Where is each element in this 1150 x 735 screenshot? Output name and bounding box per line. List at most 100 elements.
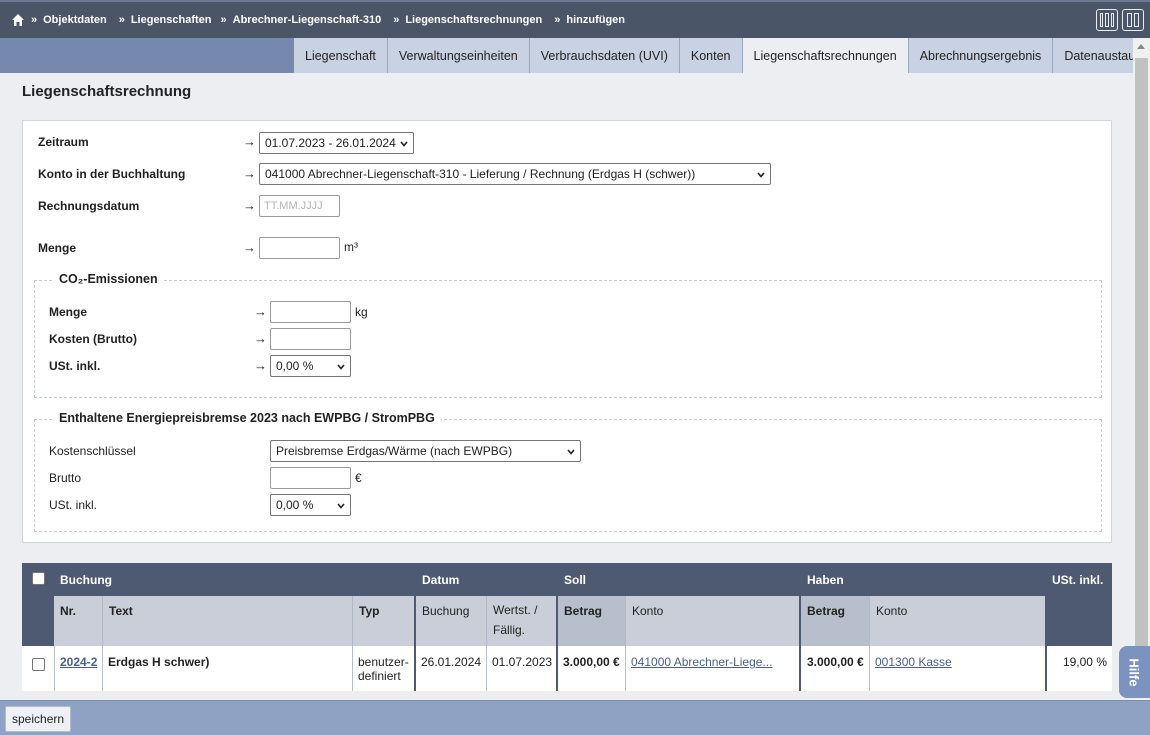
help-tab[interactable]: Hilfe <box>1119 646 1150 698</box>
preisbremse-legend: Enthaltene Energiepreisbremse 2023 nach … <box>53 411 441 425</box>
table-row: 2024-2 Erdgas H schwer) benutzer- defini… <box>22 646 1112 691</box>
co2-kosten-label: Kosten (Brutto) <box>49 332 137 346</box>
column-wertstellung-line1: Wertst. / <box>493 603 538 617</box>
layout-narrow-icon[interactable] <box>1096 9 1118 31</box>
column-ust: USt. inkl. <box>1047 563 1112 646</box>
arrow-icon: → <box>243 198 256 213</box>
chevron-down-icon <box>567 449 575 455</box>
row-soll-konto-link[interactable]: 041000 Abrechner-Liege... <box>631 655 772 669</box>
row-nr-link[interactable]: 2024-2 <box>60 655 97 669</box>
chevron-down-icon <box>337 364 345 370</box>
konto-select[interactable]: 041000 Abrechner-Liegenschaft-310 - Lief… <box>259 163 771 185</box>
separator <box>869 646 870 691</box>
row-haben-betrag: 3.000,00 € <box>807 655 864 669</box>
chevron-down-icon <box>337 503 345 509</box>
group-datum: Datum <box>416 563 558 596</box>
row-haben-konto-link[interactable]: 001300 Kasse <box>875 655 952 669</box>
layout-wide-icon[interactable] <box>1122 9 1144 31</box>
separator <box>102 646 103 691</box>
column-datum-buchung: Buchung <box>416 596 486 646</box>
co2-kosten-input[interactable] <box>270 328 351 350</box>
group-haben: Haben <box>801 563 1047 596</box>
zeitraum-select[interactable]: 01.07.2023 - 26.01.2024 <box>259 132 414 154</box>
brutto-label: Brutto <box>49 471 82 485</box>
brutto-unit: € <box>355 471 362 485</box>
breadcrumb: » Objektdaten » Liegenschaften » Abrechner-… <box>0 0 1150 38</box>
group-soll: Soll <box>558 563 801 596</box>
scroll-thumb[interactable] <box>1135 58 1148 698</box>
co2-ust-label: USt. inkl. <box>49 359 101 373</box>
row-checkbox[interactable] <box>32 658 45 671</box>
group-buchung: Buchung <box>54 563 416 596</box>
menge-input[interactable] <box>259 237 340 259</box>
vertical-scrollbar[interactable] <box>1133 38 1150 700</box>
row-typ-line2: definiert <box>358 669 401 683</box>
preisbremse-section <box>34 419 1102 532</box>
preisbremse-ust-label: USt. inkl. <box>49 498 98 512</box>
column-haben-konto: Konto <box>869 596 1047 646</box>
co2-legend: CO₂-Emissionen <box>53 272 164 286</box>
konto-label: Konto in der Buchhaltung <box>38 167 186 181</box>
tab-liegenschaftsrechnungen[interactable]: Liegenschaftsrechnungen <box>742 38 909 73</box>
tab-verwaltungseinheiten[interactable]: Verwaltungseinheiten <box>387 38 530 73</box>
menge-unit: m³ <box>344 240 358 254</box>
save-button[interactable]: speichern <box>5 706 72 732</box>
separator <box>486 646 487 691</box>
preisbremse-ust-select[interactable]: 0,00 % <box>270 494 351 516</box>
co2-section <box>34 280 1102 398</box>
help-label: Hilfe <box>1126 657 1142 687</box>
co2-menge-unit: kg <box>355 305 368 319</box>
tab-abrechnungsergebnis[interactable]: Abrechnungsergebnis <box>908 38 1054 73</box>
co2-menge-label: Menge <box>49 305 88 319</box>
row-buchungsdatum: 26.01.2024 <box>421 655 482 669</box>
buchungen-table: Buchung Datum Soll Haben USt. inkl. Nr. … <box>22 563 1112 691</box>
breadcrumb-item-liegenschaft[interactable]: » Abrechner-Liegenschaft-310 <box>221 14 382 26</box>
column-haben-betrag: Betrag <box>801 596 869 646</box>
column-wertstellung-line2: Fällig. <box>493 623 526 637</box>
breadcrumb-item-objektdaten[interactable]: » Objektdaten <box>31 14 107 26</box>
row-ust: 19,00 % <box>1062 655 1107 669</box>
arrow-icon: → <box>243 134 256 149</box>
column-soll-konto: Konto <box>625 596 801 646</box>
separator <box>352 646 353 691</box>
form-panel: Zeitraum → 01.07.2023 - 26.01.2024 Konto… <box>22 120 1112 543</box>
separator <box>54 646 55 691</box>
bottom-bar: speichern <box>0 700 1150 735</box>
row-wertstellung: 01.07.2023 <box>492 655 553 669</box>
row-text: Erdgas H schwer) <box>108 655 210 669</box>
row-soll-betrag: 3.000,00 € <box>563 655 620 669</box>
column-nr: Nr. <box>54 596 102 646</box>
row-typ-line1: benutzer- <box>358 655 409 669</box>
column-typ: Typ <box>352 596 416 646</box>
column-text: Text <box>102 596 352 646</box>
arrow-icon: → <box>243 166 256 181</box>
tab-bar: Liegenschaft Verwaltungseinheiten Verbra… <box>0 38 1150 73</box>
home-icon[interactable] <box>11 13 25 27</box>
tab-konten[interactable]: Konten <box>679 38 743 73</box>
arrow-icon: → <box>243 240 256 255</box>
co2-menge-input[interactable] <box>270 301 351 323</box>
menge-label: Menge <box>38 241 77 255</box>
kostenschluessel-select[interactable]: Preisbremse Erdgas/Wärme (nach EWPBG) <box>270 440 581 462</box>
arrow-icon: → <box>254 358 267 373</box>
breadcrumb-item-liegenschaften[interactable]: » Liegenschaften <box>119 14 212 26</box>
kostenschluessel-label: Kostenschlüssel <box>49 444 136 458</box>
co2-ust-select[interactable]: 0,00 % <box>270 355 351 377</box>
brutto-input[interactable] <box>270 467 351 489</box>
tab-liegenschaft[interactable]: Liegenschaft <box>294 38 388 73</box>
breadcrumb-item-liegenschaftsrechnungen[interactable]: » Liegenschaftsrechnungen <box>393 14 542 26</box>
scroll-up-icon[interactable] <box>1137 44 1145 49</box>
column-soll-betrag: Betrag <box>558 596 625 646</box>
column-wertstellung: Wertst. / Fällig. <box>486 596 558 646</box>
breadcrumb-item-hinzufuegen: » hinzufügen <box>554 14 626 26</box>
rechnungsdatum-input[interactable]: TT.MM.JJJJ <box>259 195 340 217</box>
separator <box>625 646 626 691</box>
arrow-icon: → <box>254 304 267 319</box>
row-typ: benutzer- definiert <box>358 655 409 683</box>
select-all-checkbox[interactable] <box>32 572 45 585</box>
chevron-down-icon <box>400 141 408 147</box>
arrow-icon: → <box>254 331 267 346</box>
chevron-down-icon <box>757 172 765 178</box>
tab-verbrauchsdaten[interactable]: Verbrauchsdaten (UVI) <box>529 38 680 73</box>
zeitraum-label: Zeitraum <box>38 135 89 149</box>
